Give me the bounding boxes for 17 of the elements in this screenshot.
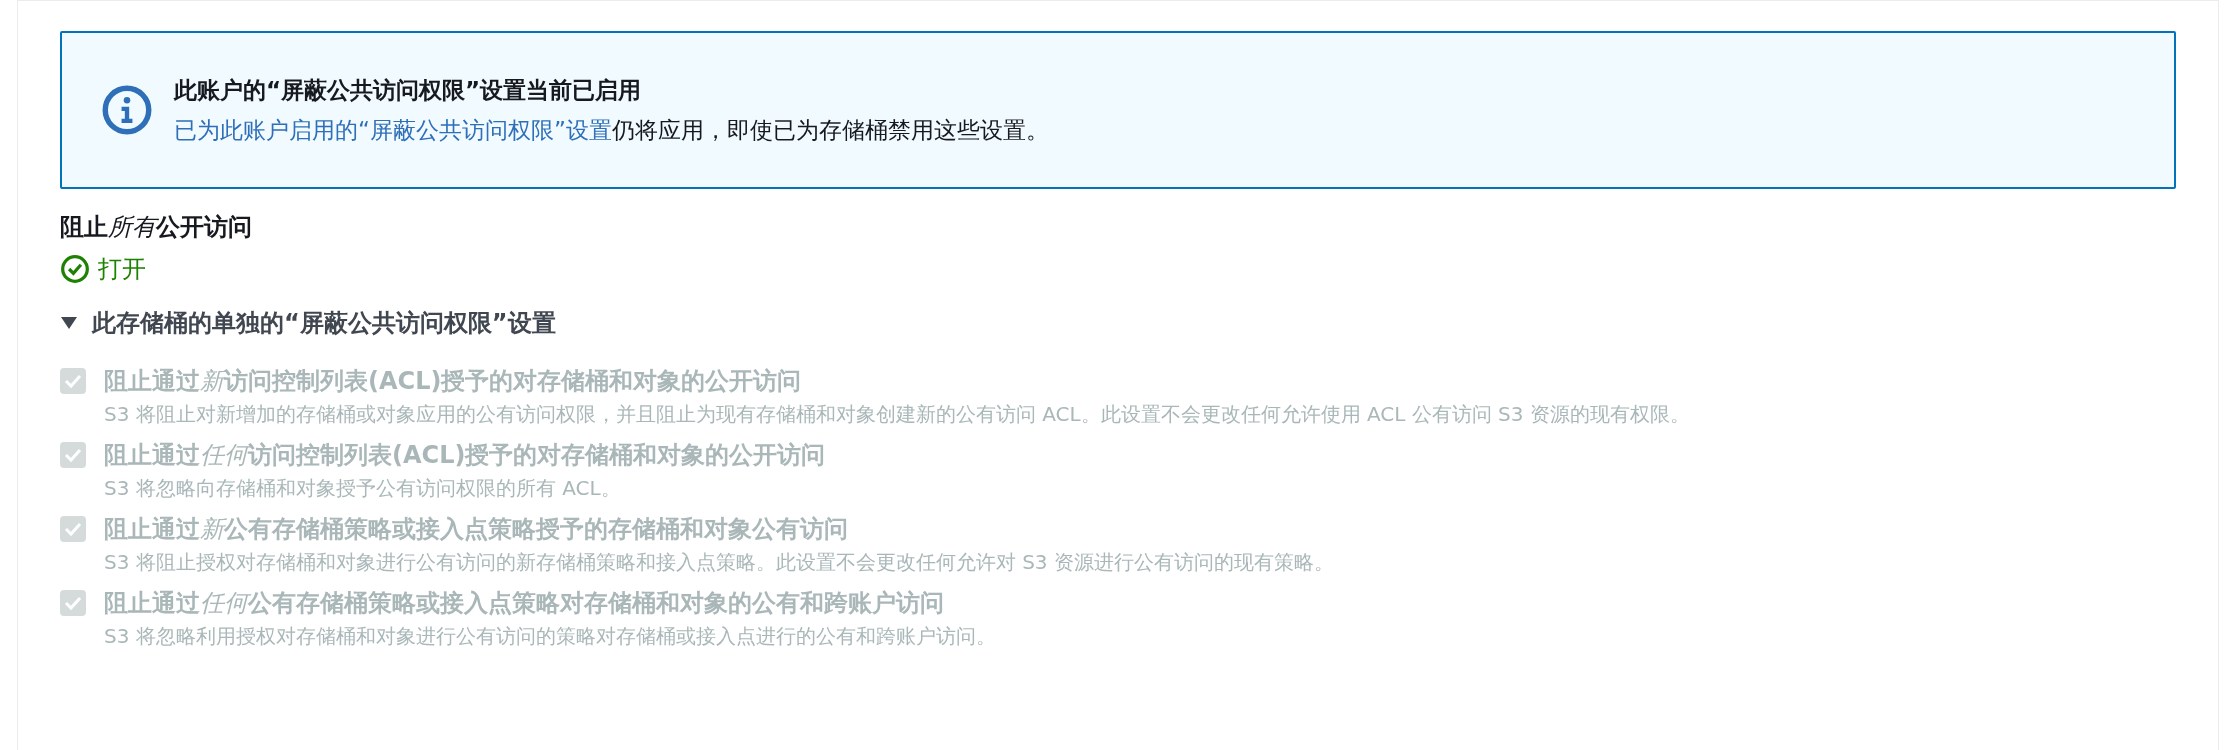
option-label: 阻止通过新访问控制列表(ACL)授予的对存储桶和对象的公开访问 [104, 366, 803, 397]
option-label: 阻止通过任何公有存储桶策略或接入点策略对存储桶和对象的公有和跨账户访问 [104, 588, 945, 619]
alert-title: 此账户的“屏蔽公共访问权限”设置当前已启用 [174, 75, 643, 105]
option-description: S3 将忽略利用授权对存储桶和对象进行公有访问的策略对存储桶或接入点进行的公有和跨账户访问。 [104, 623, 996, 650]
option-label: 阻止通过任何访问控制列表(ACL)授予的对存储桶和对象的公开访问 [104, 440, 826, 471]
status-icon [60, 254, 90, 284]
settings-link[interactable]: 已为此账户启用的“屏蔽公共访问权限”设置 [174, 113, 612, 148]
option-label: 阻止通过新公有存储桶策略或接入点策略授予的存储桶和对象公有访问 [104, 514, 849, 545]
status-text: 打开 [98, 254, 146, 285]
info-icon [102, 85, 152, 135]
alert-message: 仍将应用，即使已为存储桶禁用这些设置。 [611, 116, 1049, 145]
block-all-label: 阻止所有公开访问 [60, 212, 253, 243]
caret-icon [60, 316, 78, 330]
option-description: S3 将阻止对新增加的存储桶或对象应用的公有访问权限，并且阻止为现有存储桶和对象创建新的公有访问 ACL。此设置不会更改任何允许使用 ACL 公有访问 S3 资源的现有权限。 [104, 401, 1690, 428]
section-toggle[interactable]: 此存储桶的单独的“屏蔽公共访问权限”设置 [60, 305, 2176, 341]
option-description: S3 将阻止授权对存储桶和对象进行公有访问的新存储桶策略和接入点策略。此设置不会更改任何允许对 S3 资源进行公有访问的现有策略。 [104, 549, 1334, 576]
option-description: S3 将忽略向存储桶和对象授予公有访问权限的所有 ACL。 [104, 475, 622, 502]
